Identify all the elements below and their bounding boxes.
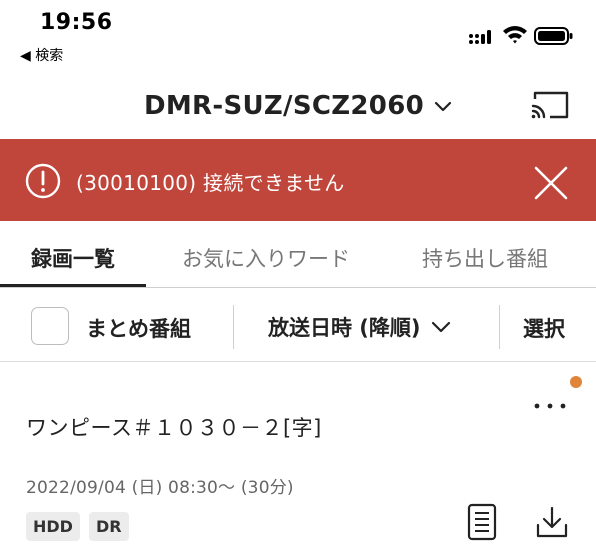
wifi-icon bbox=[503, 26, 527, 44]
device-selector[interactable]: DMR-SUZ/SCZ2060 bbox=[0, 88, 596, 124]
sort-label: 放送日時 (降順) bbox=[268, 316, 421, 340]
filter-bar-divider bbox=[0, 361, 596, 362]
matome-checkbox[interactable] bbox=[31, 307, 69, 345]
alert-circle-icon bbox=[25, 163, 61, 199]
quality-badge: DR bbox=[89, 512, 129, 541]
chevron-down-icon bbox=[431, 321, 450, 332]
more-options-icon[interactable] bbox=[530, 396, 570, 416]
select-button[interactable]: 選択 bbox=[523, 313, 565, 343]
program-title[interactable]: ワンピース＃１０３０－２[字] bbox=[26, 412, 322, 442]
tab-favorite-words[interactable]: お気に入りワード bbox=[156, 240, 376, 276]
tab-recordings[interactable]: 録画一覧 bbox=[0, 240, 146, 276]
matome-label: まとめ番組 bbox=[86, 317, 191, 341]
chevron-down-icon bbox=[434, 101, 452, 112]
battery-icon bbox=[534, 27, 573, 45]
close-banner-button[interactable] bbox=[528, 160, 574, 206]
tab-divider bbox=[0, 287, 596, 288]
filter-divider bbox=[233, 305, 234, 349]
error-message: (30010100) 接続できません bbox=[76, 171, 345, 195]
unread-dot bbox=[570, 376, 582, 388]
storage-badge: HDD bbox=[26, 512, 80, 541]
back-to-search-link[interactable]: ◀ 検索 bbox=[20, 45, 63, 65]
download-icon[interactable] bbox=[535, 505, 569, 539]
program-info-icon[interactable] bbox=[467, 503, 497, 541]
filter-divider bbox=[499, 305, 500, 349]
program-datetime: 2022/09/04 (日) 08:30～ (30分) bbox=[26, 478, 294, 498]
device-title: DMR-SUZ/SCZ2060 bbox=[144, 91, 424, 121]
tab-takeout-programs[interactable]: 持ち出し番組 bbox=[392, 240, 578, 276]
sort-dropdown[interactable]: 放送日時 (降順) bbox=[268, 312, 451, 342]
status-clock: 19:56 bbox=[40, 10, 113, 35]
cast-icon[interactable] bbox=[530, 90, 570, 122]
cellular-signal-icon bbox=[469, 30, 491, 44]
